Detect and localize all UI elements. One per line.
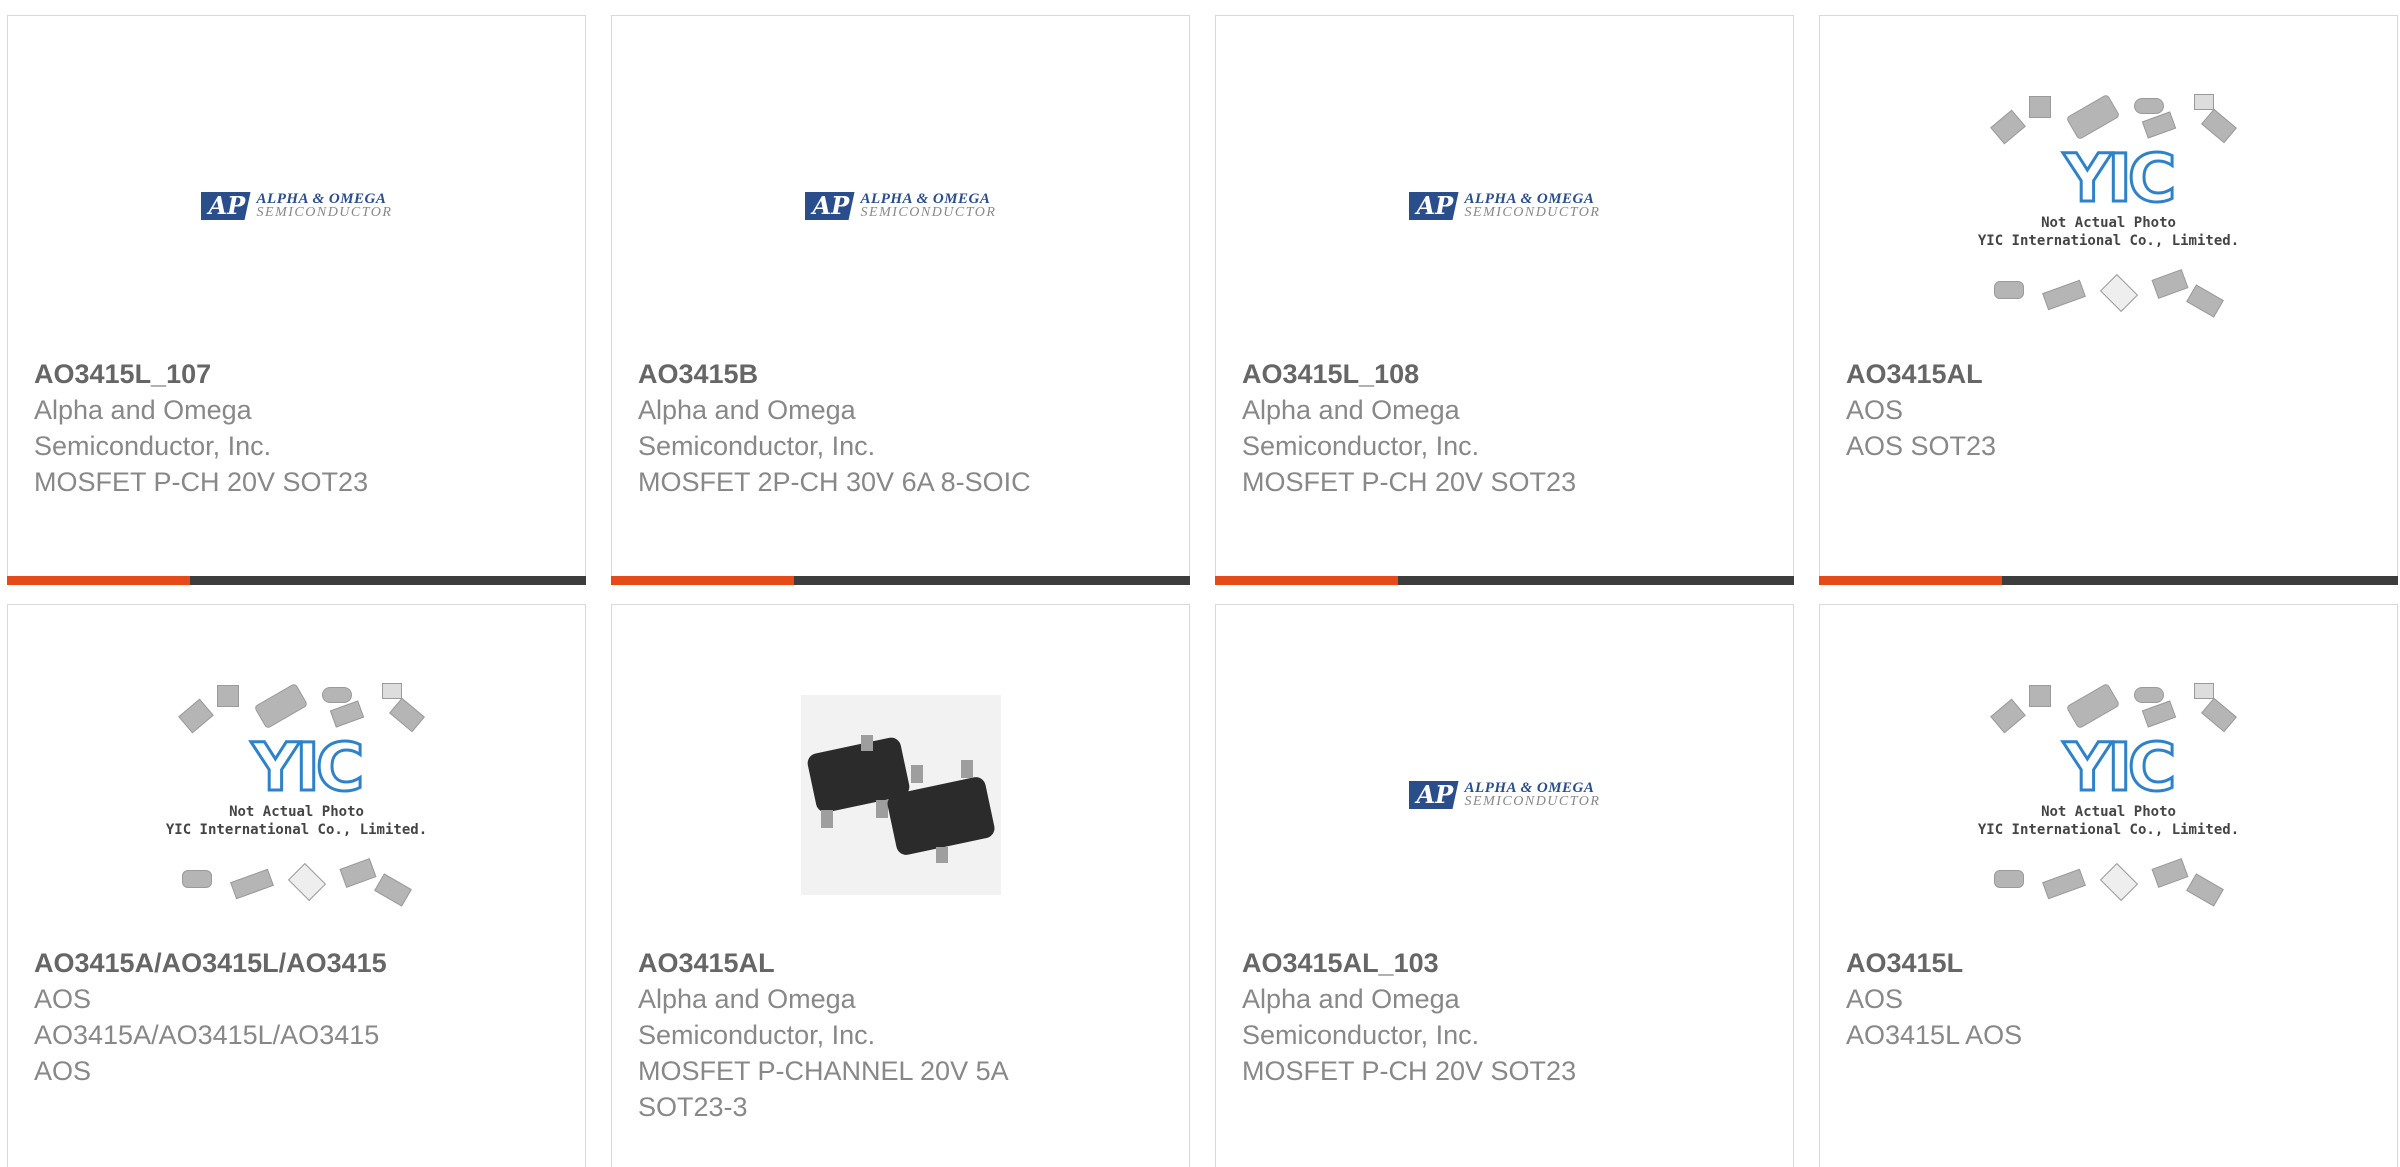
yic-placeholder-image: YIC Not Actual Photo YIC International Co… [1974,675,2244,915]
alpha-omega-logo: AP ALPHA & OMEGA SEMICONDUCTOR [200,192,393,220]
manufacturer: AOS [1846,395,1904,425]
yic-logo: YIC [2062,729,2178,806]
card-accent-bar [7,576,586,585]
manufacturer: AOS [1846,984,1904,1014]
product-image[interactable]: AP ALPHA & OMEGA SEMICONDUCTOR [8,56,585,356]
alpha-omega-logo: AP ALPHA & OMEGA SEMICONDUCTOR [1408,192,1601,220]
description: AOS [34,1056,92,1086]
product-card[interactable]: YIC Not Actual Photo YIC International Co… [1819,15,2398,585]
part-number-link[interactable]: AO3415AL_103 [1242,945,1773,981]
manufacturer: Semiconductor, Inc. [1242,431,1480,461]
description: MOSFET 2P-CH 30V 6A 8-SOIC [638,467,1031,497]
product-image[interactable]: YIC Not Actual Photo YIC International Co… [8,645,585,945]
product-image[interactable] [612,645,1189,945]
yic-placeholder-image: YIC Not Actual Photo YIC International Co… [162,675,432,915]
alpha-omega-logo: AP ALPHA & OMEGA SEMICONDUCTOR [1408,781,1601,809]
part-number-link[interactable]: AO3415AL [1846,356,2377,392]
product-card[interactable]: AP ALPHA & OMEGA SEMICONDUCTOR AO3415L_10… [1215,15,1794,585]
part-number-link[interactable]: AO3415A/AO3415L/AO3415 [34,945,565,981]
description: MOSFET P-CH 20V SOT23 [1242,467,1577,497]
yic-logo: YIC [2062,140,2178,217]
card-accent-bar [611,576,1190,585]
description: AO3415L AOS [1846,1020,2023,1050]
description: MOSFET P-CH 20V SOT23 [1242,1056,1577,1086]
manufacturer: Alpha and Omega [638,395,856,425]
product-card[interactable]: AP ALPHA & OMEGA SEMICONDUCTOR AO3415L_10… [7,15,586,585]
manufacturer: Alpha and Omega [638,984,856,1014]
product-image[interactable]: AP ALPHA & OMEGA SEMICONDUCTOR [612,56,1189,356]
description: SOT23-3 [638,1092,748,1122]
alpha-omega-logo: AP ALPHA & OMEGA SEMICONDUCTOR [804,192,997,220]
manufacturer: Semiconductor, Inc. [34,431,272,461]
product-image[interactable]: AP ALPHA & OMEGA SEMICONDUCTOR [1216,645,1793,945]
manufacturer: Semiconductor, Inc. [638,1020,876,1050]
product-image[interactable]: YIC Not Actual Photo YIC International Co… [1820,56,2397,356]
manufacturer: Alpha and Omega [1242,395,1460,425]
part-number-link[interactable]: AO3415L_108 [1242,356,1773,392]
yic-placeholder-image: YIC Not Actual Photo YIC International Co… [1974,86,2244,326]
product-card[interactable]: AP ALPHA & OMEGA SEMICONDUCTOR AO3415AL_1… [1215,604,1794,1167]
part-number-link[interactable]: AO3415L [1846,945,2377,981]
yic-logo: YIC [250,729,366,806]
sot23-photo [800,695,1001,895]
product-card[interactable]: YIC Not Actual Photo YIC International Co… [7,604,586,1167]
card-accent-bar [1819,576,2398,585]
product-image[interactable]: YIC Not Actual Photo YIC International Co… [1820,645,2397,945]
card-accent-bar [1215,576,1794,585]
description: AO3415A/AO3415L/AO3415 [34,1020,380,1050]
product-card[interactable]: AO3415AL Alpha and Omega Semiconductor, … [611,604,1190,1167]
part-number-link[interactable]: AO3415AL [638,945,1169,981]
manufacturer: Semiconductor, Inc. [1242,1020,1480,1050]
description: MOSFET P-CH 20V SOT23 [34,467,369,497]
part-number-link[interactable]: AO3415B [638,356,1169,392]
description: MOSFET P-CHANNEL 20V 5A [638,1056,1009,1086]
description: AOS SOT23 [1846,431,1997,461]
product-card[interactable]: AP ALPHA & OMEGA SEMICONDUCTOR AO3415B Al… [611,15,1190,585]
part-number-link[interactable]: AO3415L_107 [34,356,565,392]
product-card[interactable]: YIC Not Actual Photo YIC International Co… [1819,604,2398,1167]
manufacturer: AOS [34,984,92,1014]
product-grid: AP ALPHA & OMEGA SEMICONDUCTOR AO3415L_10… [0,0,2400,1167]
manufacturer: Semiconductor, Inc. [638,431,876,461]
manufacturer: Alpha and Omega [1242,984,1460,1014]
product-image[interactable]: AP ALPHA & OMEGA SEMICONDUCTOR [1216,56,1793,356]
manufacturer: Alpha and Omega [34,395,252,425]
